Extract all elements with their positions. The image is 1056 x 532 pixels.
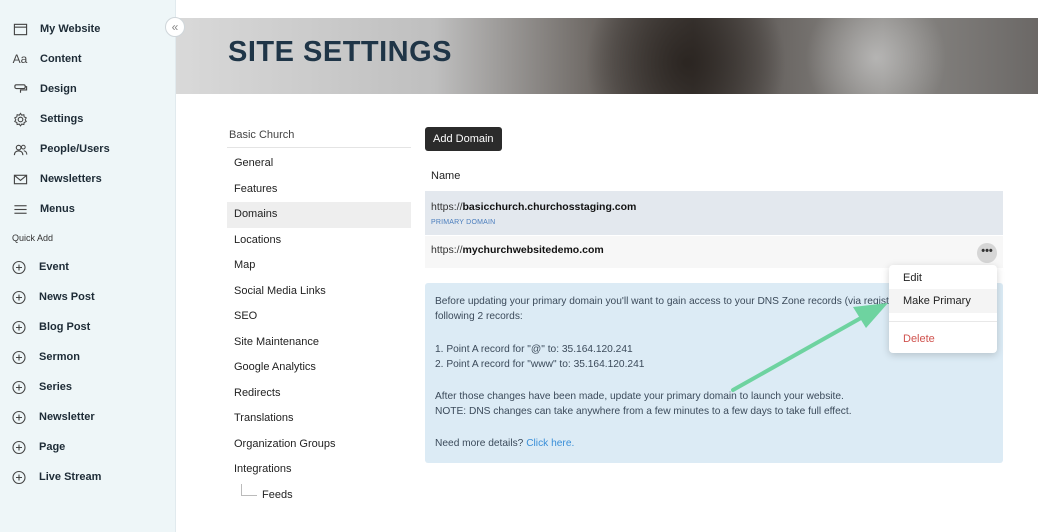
more-details-text: Need more details? xyxy=(435,438,524,449)
info-paragraph: After those changes have been made, upda… xyxy=(435,391,844,402)
quick-add-live-stream[interactable]: Live Stream xyxy=(0,462,175,492)
quick-add-label: News Post xyxy=(39,291,95,303)
url-prefix: https:// xyxy=(431,244,463,256)
top-strip xyxy=(176,0,1056,6)
sidebar-item-label: Menus xyxy=(40,203,75,215)
sidebar-item-my-website[interactable]: My Website xyxy=(0,14,175,44)
add-domain-button[interactable]: Add Domain xyxy=(425,127,502,151)
settings-nav-feeds[interactable]: Feeds xyxy=(227,483,411,508)
url-prefix: https:// xyxy=(431,201,463,213)
quick-add-newsletter[interactable]: Newsletter xyxy=(0,402,175,432)
sidebar-item-label: Content xyxy=(40,53,82,65)
quick-add-heading: Quick Add xyxy=(12,233,54,243)
quick-add-label: Live Stream xyxy=(39,471,102,483)
paint-roller-icon xyxy=(12,81,28,97)
envelope-icon xyxy=(12,171,28,187)
quick-add-blog-post[interactable]: Blog Post xyxy=(0,312,175,342)
more-options-icon[interactable]: ••• xyxy=(977,243,997,263)
hamburger-menu-icon xyxy=(12,201,28,217)
page-banner: SITE SETTINGS xyxy=(176,18,1038,94)
sidebar-item-label: People/Users xyxy=(40,143,110,155)
settings-nav-google-analytics[interactable]: Google Analytics xyxy=(227,355,411,381)
quick-add-label: Blog Post xyxy=(39,321,91,333)
menu-item-edit[interactable]: Edit xyxy=(889,266,997,290)
menu-divider xyxy=(889,321,997,322)
left-sidebar: My Website Aa Content Design Settings Pe… xyxy=(0,0,176,532)
sidebar-item-menus[interactable]: Menus xyxy=(0,194,175,224)
menu-item-delete[interactable]: Delete xyxy=(889,327,997,351)
plus-circle-icon xyxy=(12,320,26,334)
plus-circle-icon xyxy=(12,380,26,394)
banner-image-light xyxy=(796,18,956,94)
row-actions-menu: Edit Make Primary Delete xyxy=(889,265,997,353)
sidebar-item-settings[interactable]: Settings xyxy=(0,104,175,134)
plus-circle-icon xyxy=(12,470,26,484)
quick-add-label: Sermon xyxy=(39,351,80,363)
settings-nav-domains[interactable]: Domains xyxy=(227,202,411,228)
sidebar-item-label: Design xyxy=(40,83,77,95)
info-note: NOTE: DNS changes can take anywhere from… xyxy=(435,406,852,417)
sidebar-item-content[interactable]: Aa Content xyxy=(0,44,175,74)
domain-url: https://mychurchwebsitedemo.com xyxy=(431,244,604,256)
quick-add-label: Event xyxy=(39,261,69,273)
domain-row[interactable]: https://mychurchwebsitedemo.com ••• xyxy=(425,236,1003,268)
settings-nav: Basic Church General Features Domains Lo… xyxy=(227,124,411,508)
settings-nav-map[interactable]: Map xyxy=(227,253,411,279)
quick-add-news-post[interactable]: News Post xyxy=(0,282,175,312)
primary-domain-badge: PRIMARY DOMAIN xyxy=(431,219,496,226)
settings-nav-features[interactable]: Features xyxy=(227,177,411,203)
name-column-header: Name xyxy=(431,170,461,182)
plus-circle-icon xyxy=(12,290,26,304)
text-aa-icon: Aa xyxy=(12,52,28,66)
sidebar-item-design[interactable]: Design xyxy=(0,74,175,104)
sidebar-item-label: My Website xyxy=(40,23,101,35)
settings-nav-general[interactable]: General xyxy=(227,151,411,177)
gear-icon xyxy=(12,111,28,127)
settings-nav-heading: Basic Church xyxy=(227,124,411,148)
quick-add-label: Newsletter xyxy=(39,411,95,423)
sidebar-item-people-users[interactable]: People/Users xyxy=(0,134,175,164)
click-here-link[interactable]: Click here. xyxy=(526,438,574,449)
url-host: mychurchwebsitedemo.com xyxy=(462,244,604,256)
plus-circle-icon xyxy=(12,350,26,364)
collapse-sidebar-button[interactable]: « xyxy=(165,17,185,37)
info-more-details: Need more details? Click here. xyxy=(435,436,993,451)
quick-add-page[interactable]: Page xyxy=(0,432,175,462)
settings-nav-social-media-links[interactable]: Social Media Links xyxy=(227,279,411,305)
settings-nav-organization-groups[interactable]: Organization Groups xyxy=(227,432,411,458)
settings-nav-integrations[interactable]: Integrations xyxy=(227,457,411,483)
quick-add-event[interactable]: Event xyxy=(0,252,175,282)
quick-add-sermon[interactable]: Sermon xyxy=(0,342,175,372)
quick-add-label: Series xyxy=(39,381,73,393)
banner-image-shadow xyxy=(576,18,796,94)
plus-circle-icon xyxy=(12,440,26,454)
settings-nav-redirects[interactable]: Redirects xyxy=(227,381,411,407)
page-title: SITE SETTINGS xyxy=(228,36,453,68)
people-icon xyxy=(12,141,28,157)
url-host: basicchurch.churchosstaging.com xyxy=(462,201,637,213)
info-record-2: 2. Point A record for "www" to: 35.164.1… xyxy=(435,359,645,370)
settings-nav-site-maintenance[interactable]: Site Maintenance xyxy=(227,330,411,356)
sidebar-item-label: Newsletters xyxy=(40,173,102,185)
domain-url: https://basicchurch.churchosstaging.com xyxy=(431,201,636,213)
menu-item-make-primary[interactable]: Make Primary xyxy=(889,289,997,313)
plus-circle-icon xyxy=(12,410,26,424)
tree-connector xyxy=(241,483,257,496)
settings-nav-seo[interactable]: SEO xyxy=(227,304,411,330)
sidebar-item-label: Settings xyxy=(40,113,84,125)
quick-add-series[interactable]: Series xyxy=(0,372,175,402)
settings-nav-locations[interactable]: Locations xyxy=(227,228,411,254)
plus-circle-icon xyxy=(12,260,26,274)
domain-row[interactable]: https://basicchurch.churchosstaging.com … xyxy=(425,191,1003,235)
browser-window-icon xyxy=(12,21,28,37)
quick-add-label: Page xyxy=(39,441,66,453)
settings-nav-sub-label: Feeds xyxy=(262,488,293,501)
settings-nav-translations[interactable]: Translations xyxy=(227,406,411,432)
sidebar-item-newsletters[interactable]: Newsletters xyxy=(0,164,175,194)
